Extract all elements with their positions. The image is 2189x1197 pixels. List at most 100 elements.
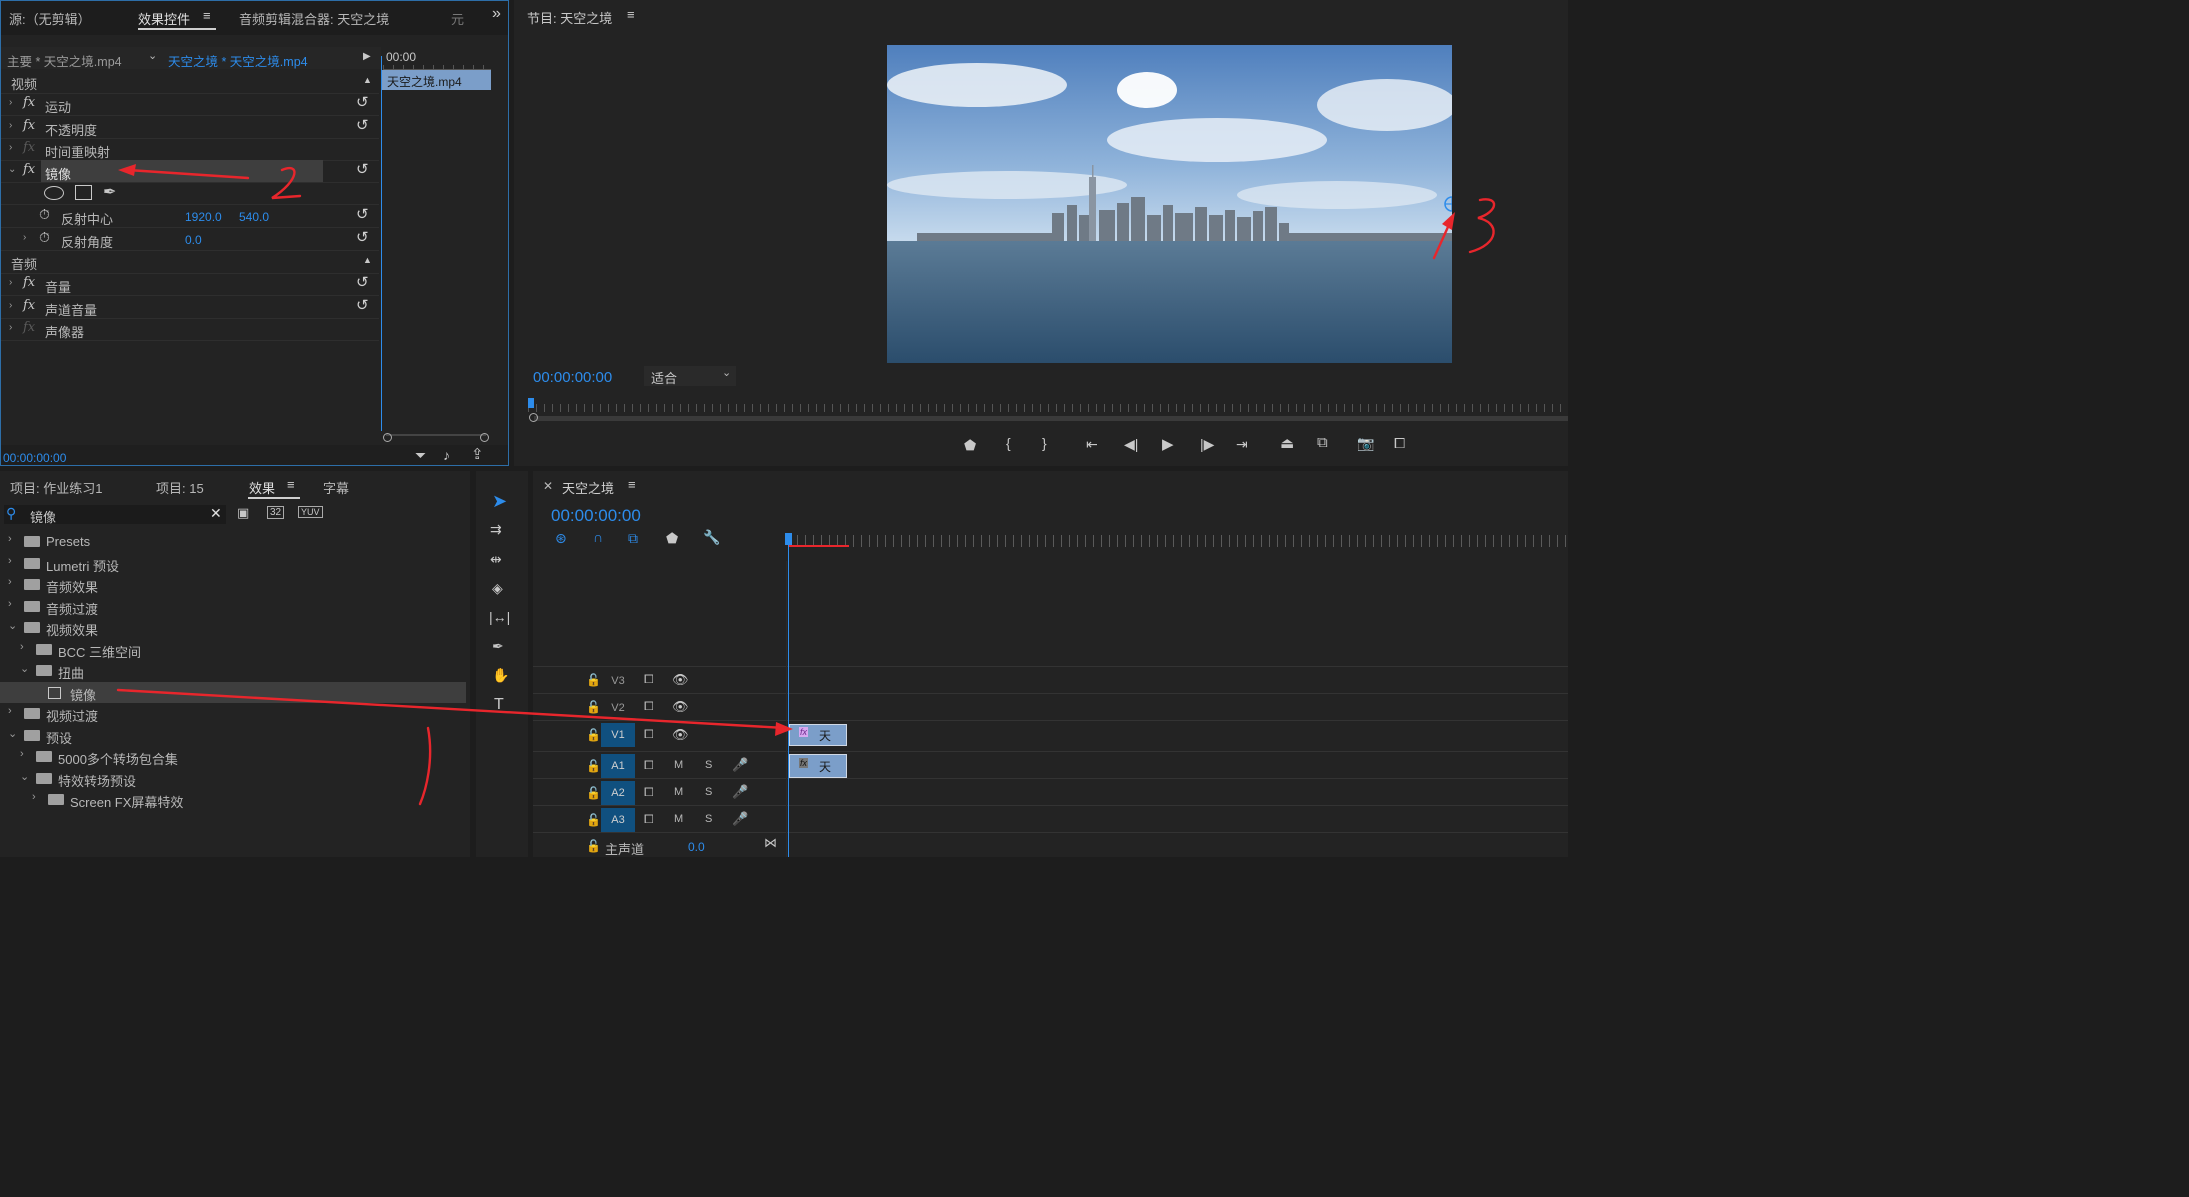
param-value[interactable]: 0.0: [185, 233, 202, 247]
mark-in-icon[interactable]: {: [1006, 435, 1011, 451]
expand-icon[interactable]: ›: [8, 598, 12, 610]
audio-clip[interactable]: fx 天: [789, 754, 847, 778]
tree-item[interactable]: › Screen FX屏幕特效: [0, 789, 466, 810]
tree-item[interactable]: 镜像: [0, 681, 466, 703]
eye-icon[interactable]: 👁: [672, 727, 689, 743]
program-timecode[interactable]: 00:00:00:00: [533, 369, 612, 386]
sync-lock-icon[interactable]: ⧠: [644, 812, 654, 827]
ripple-edit-tool-icon[interactable]: ⇹: [490, 551, 502, 568]
yuv-effects-icon[interactable]: YUV: [298, 506, 323, 518]
tree-item[interactable]: › Lumetri 预设: [0, 553, 466, 574]
play-icon[interactable]: ▶: [1162, 435, 1174, 453]
go-to-out-icon[interactable]: ⇥: [1236, 436, 1248, 453]
collapse-up-icon[interactable]: ▲: [363, 75, 372, 85]
collapse-icon[interactable]: ⌄: [20, 770, 29, 783]
tab-menu-icon[interactable]: ≡: [628, 477, 636, 492]
microphone-icon[interactable]: 🎤: [732, 784, 748, 800]
solo-button[interactable]: S: [705, 759, 712, 771]
tree-item[interactable]: ⌄ 特效转场预设: [0, 768, 466, 789]
collapse-icon[interactable]: ⌄: [8, 619, 17, 632]
param-value-x[interactable]: 1920.0: [185, 210, 222, 224]
overflow-icon[interactable]: »: [492, 5, 501, 23]
selection-tool-icon[interactable]: ➤: [492, 491, 507, 512]
mark-out-icon[interactable]: }: [1042, 435, 1047, 451]
expand-icon[interactable]: ›: [8, 533, 12, 545]
reset-icon[interactable]: ↺: [356, 205, 369, 223]
step-back-icon[interactable]: ◀|: [1124, 436, 1138, 453]
program-title[interactable]: 节目: 天空之境: [527, 8, 612, 27]
collapse-icon[interactable]: ⌄: [8, 164, 16, 175]
linked-selection-icon[interactable]: ⧉: [628, 530, 638, 547]
expand-icon[interactable]: ›: [20, 641, 24, 653]
collapse-up-icon[interactable]: ▲: [363, 255, 372, 265]
solo-button[interactable]: S: [705, 813, 712, 825]
mute-button[interactable]: M: [674, 759, 683, 771]
scroll-handle-left[interactable]: [383, 433, 392, 442]
tab-captions[interactable]: 字幕: [323, 478, 349, 497]
lift-icon[interactable]: ⏏: [1280, 434, 1294, 452]
mute-button[interactable]: M: [674, 786, 683, 798]
expand-icon[interactable]: ›: [9, 322, 12, 333]
expand-icon[interactable]: ›: [9, 120, 12, 131]
panel-menu-icon[interactable]: ≡: [627, 7, 635, 22]
mini-playhead[interactable]: [381, 56, 382, 431]
reset-icon[interactable]: ↺: [356, 93, 369, 111]
scroll-handle[interactable]: [529, 413, 538, 422]
lock-icon[interactable]: 🔓: [586, 759, 601, 773]
type-tool-icon[interactable]: T: [494, 696, 504, 714]
expand-icon[interactable]: ›: [32, 791, 36, 803]
effect-row-time-remap[interactable]: › fx 时间重映射: [1, 138, 379, 161]
tree-item[interactable]: › 5000多个转场包合集: [0, 746, 466, 767]
video-clip[interactable]: fx 天: [789, 724, 847, 746]
lock-icon[interactable]: 🔓: [586, 728, 601, 742]
scroll-handle-right[interactable]: [480, 433, 489, 442]
tree-item[interactable]: ⌄ 预设: [0, 725, 466, 746]
expand-icon[interactable]: ›: [9, 142, 12, 153]
fx-icon[interactable]: fx: [23, 275, 35, 290]
work-area-bar[interactable]: [789, 545, 849, 547]
reset-icon[interactable]: ↺: [356, 160, 369, 178]
program-ruler[interactable]: [528, 404, 1568, 412]
add-marker-icon[interactable]: ⬟: [964, 437, 976, 454]
microphone-icon[interactable]: 🎤: [732, 811, 748, 827]
stopwatch-icon[interactable]: ⏱: [39, 229, 50, 246]
stopwatch-icon[interactable]: ⏱: [39, 206, 50, 223]
expand-icon[interactable]: ›: [9, 277, 12, 288]
fx-icon[interactable]: fx: [23, 298, 35, 313]
slip-tool-icon[interactable]: |↔|: [489, 609, 510, 625]
tree-item[interactable]: › 音频过渡: [0, 596, 466, 617]
fx-icon[interactable]: fx: [23, 118, 35, 133]
fx-icon[interactable]: fx: [23, 95, 35, 110]
lock-icon[interactable]: 🔓: [586, 839, 601, 853]
expand-icon[interactable]: ›: [8, 705, 12, 717]
track-select-tool-icon[interactable]: ⇉: [490, 521, 502, 538]
go-to-end-icon[interactable]: ⋈: [764, 835, 777, 851]
tree-item[interactable]: › BCC 三维空间: [0, 639, 466, 660]
lock-icon[interactable]: 🔓: [586, 673, 601, 687]
go-to-in-icon[interactable]: ⇤: [1086, 436, 1098, 453]
tab-metadata[interactable]: 元: [451, 9, 464, 28]
wrench-icon[interactable]: 🔧: [703, 529, 720, 546]
track-v1-label[interactable]: V1: [601, 723, 635, 747]
sequence-clip-label[interactable]: 天空之境 * 天空之境.mp4: [168, 51, 308, 70]
track-v2-label[interactable]: V2: [601, 696, 635, 720]
mini-scroll[interactable]: [386, 434, 486, 436]
timeline-timecode[interactable]: 00:00:00:00: [551, 506, 641, 526]
accelerated-effects-icon[interactable]: ▣: [237, 505, 249, 521]
extract-icon[interactable]: ⧉: [1317, 434, 1328, 451]
tree-item[interactable]: › Presets: [0, 531, 466, 552]
param-row-angle[interactable]: › ⏱ 反射角度 0.0 ↺: [1, 228, 379, 251]
chevron-down-icon[interactable]: ⌄: [148, 49, 157, 62]
tab-effect-controls[interactable]: 效果控件: [138, 9, 190, 28]
expand-icon[interactable]: ›: [8, 576, 12, 588]
sync-lock-icon[interactable]: ⧠: [644, 758, 654, 773]
expand-icon[interactable]: ›: [9, 97, 12, 108]
tab-menu-icon[interactable]: ≡: [203, 8, 211, 23]
32bit-effects-icon[interactable]: 32: [267, 506, 285, 519]
snap-icon[interactable]: ∩: [593, 529, 603, 545]
timeline-playhead-head[interactable]: [785, 533, 792, 545]
collapse-icon[interactable]: ⌄: [20, 662, 29, 675]
microphone-icon[interactable]: 🎤: [732, 757, 748, 773]
sync-lock-icon[interactable]: ⧠: [644, 727, 654, 742]
collapse-icon[interactable]: ⌄: [8, 727, 17, 740]
